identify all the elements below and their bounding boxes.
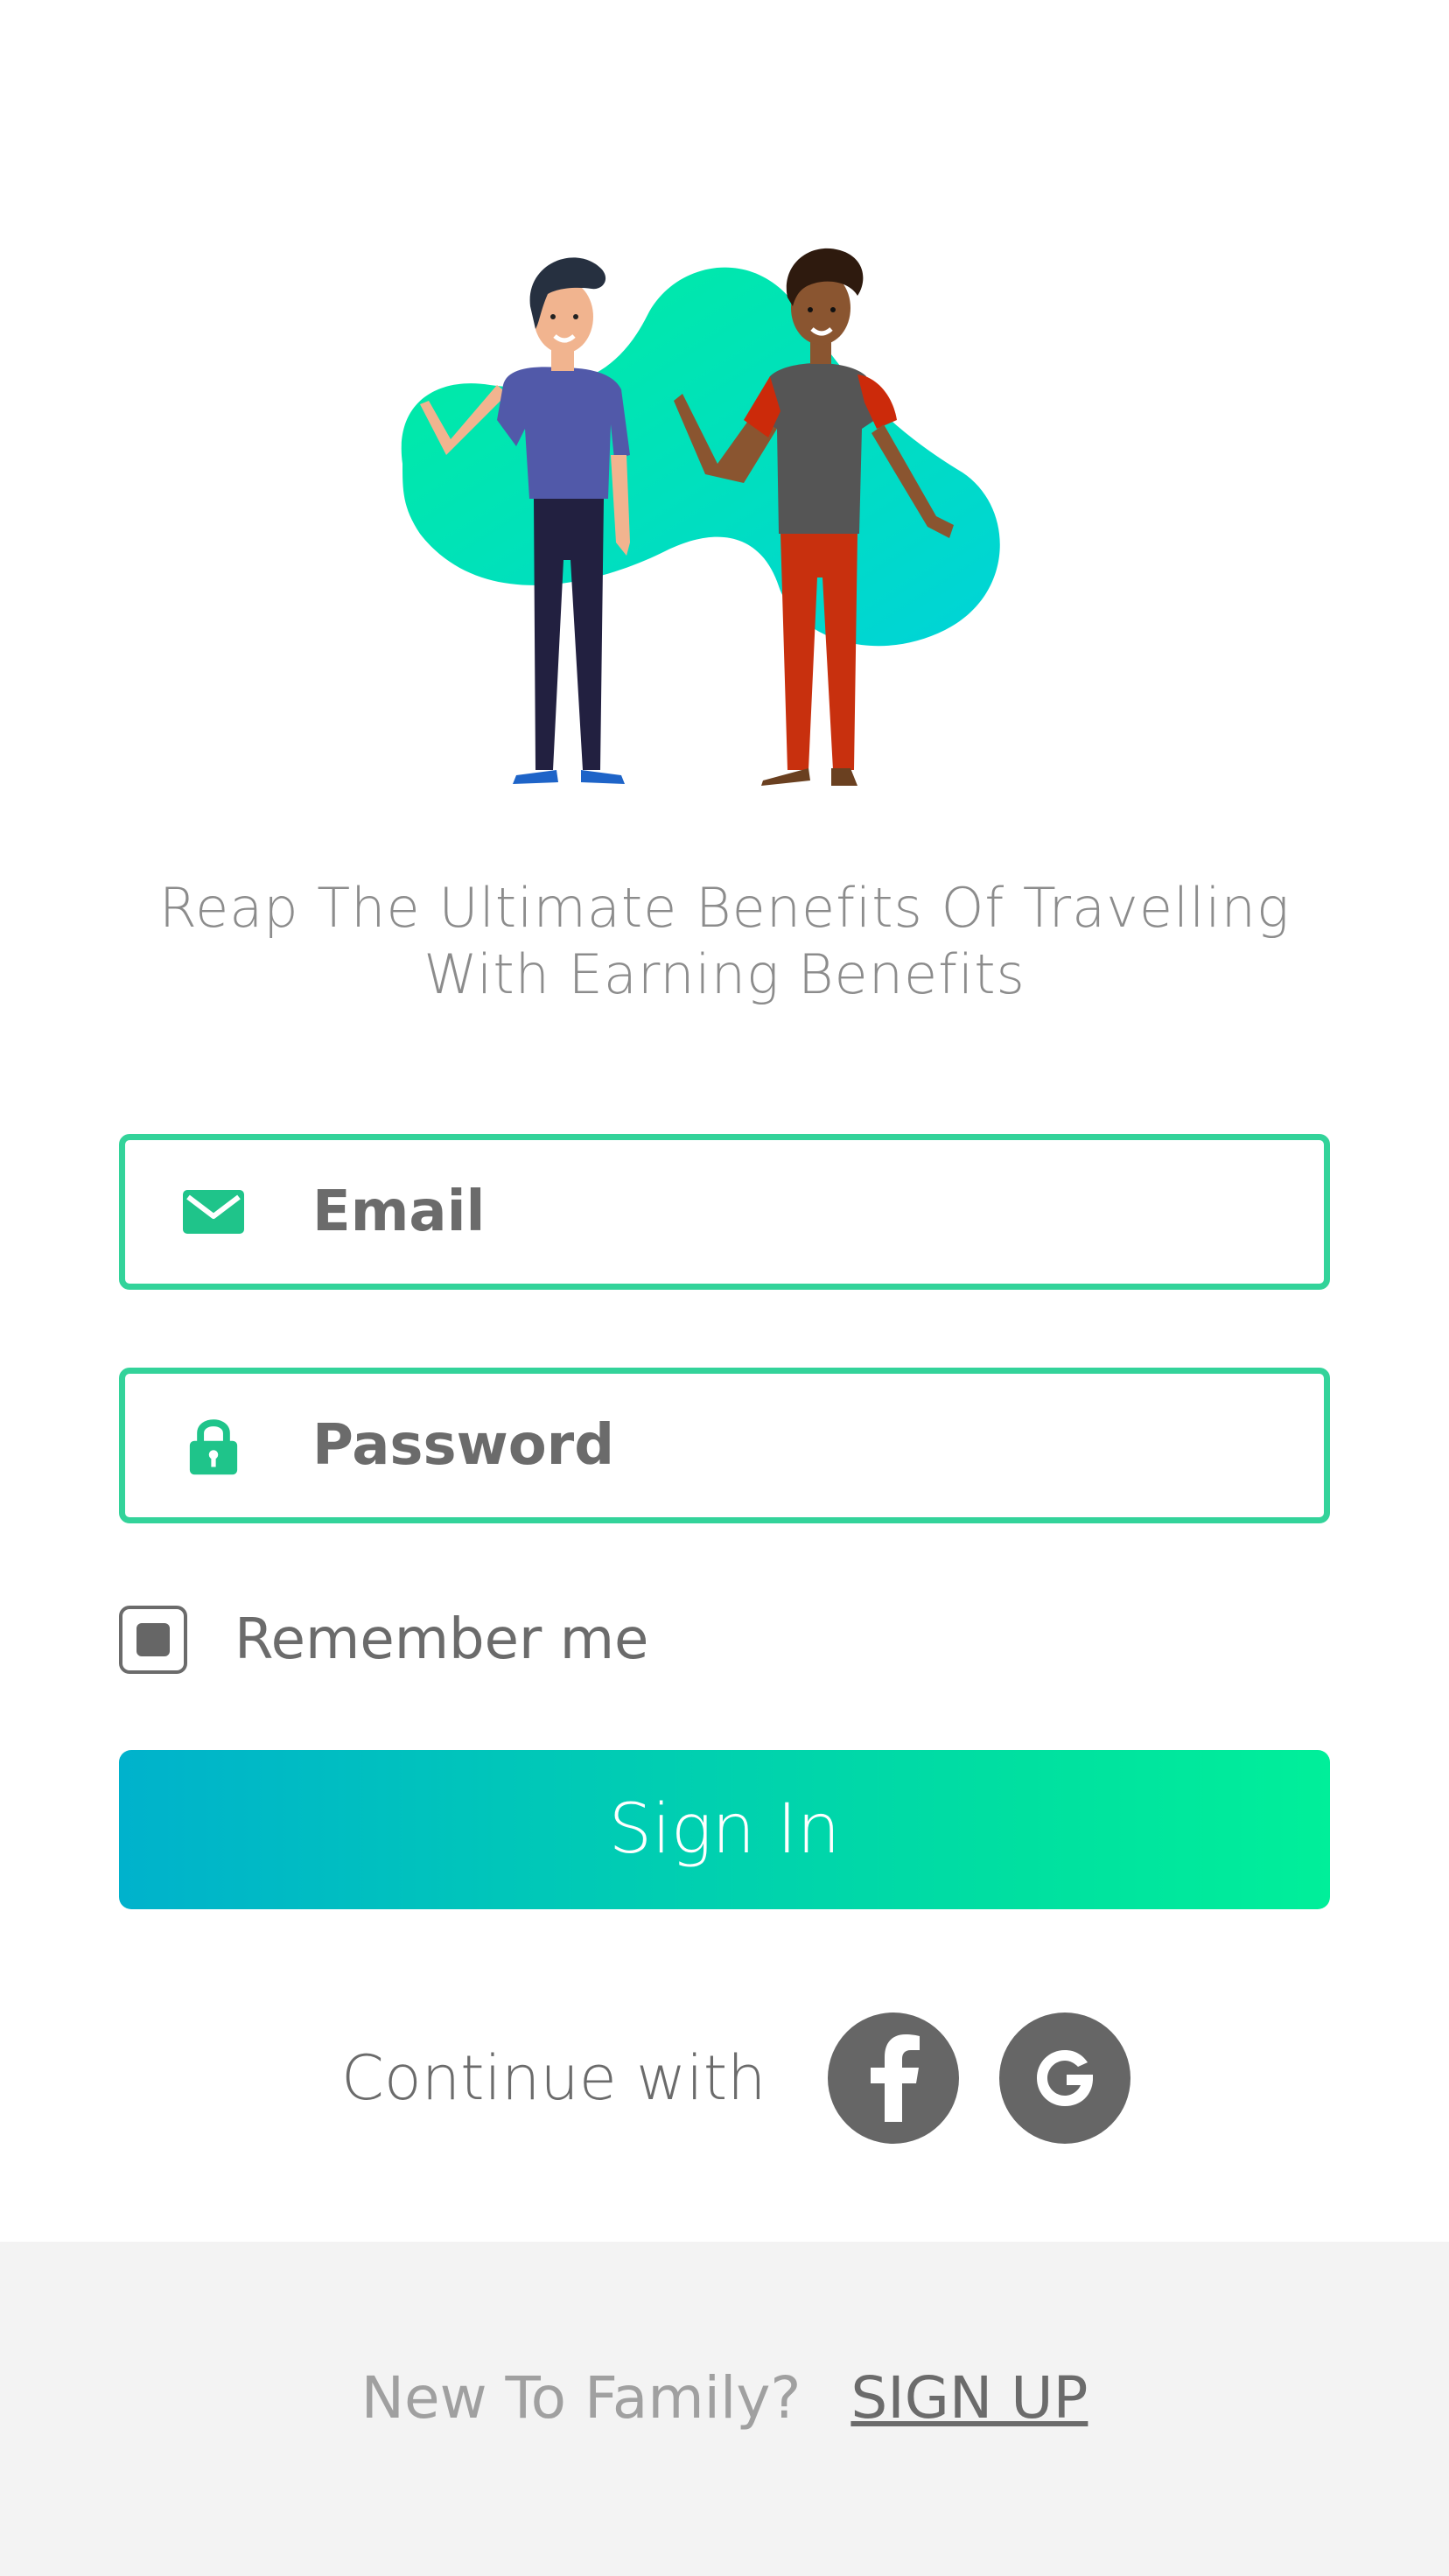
remember-me-row[interactable]: Remember me [119, 1603, 648, 1676]
tagline-line-2: With Earning Benefits [424, 942, 1026, 1006]
checkbox-check-mark [136, 1623, 170, 1656]
social-login-row: Continue with [341, 2012, 1171, 2144]
google-icon [1036, 2050, 1093, 2106]
email-field[interactable]: Email [119, 1134, 1330, 1290]
lock-icon [189, 1419, 238, 1475]
sign-up-link[interactable]: SIGN UP [850, 2364, 1088, 2432]
tagline: Reap The Ultimate Benefits Of Travelling… [88, 875, 1362, 1008]
facebook-icon [870, 2034, 920, 2122]
footer: New To Family? SIGN UP [0, 2242, 1449, 2576]
envelope-icon [183, 1190, 244, 1234]
remember-me-label: Remember me [234, 1607, 649, 1672]
signup-prompt: New To Family? SIGN UP [0, 2364, 1449, 2432]
hero-illustration [401, 248, 1000, 786]
sign-in-button[interactable]: Sign In [119, 1750, 1330, 1909]
email-placeholder: Email [312, 1180, 486, 1244]
remember-me-checkbox[interactable] [119, 1606, 187, 1674]
tagline-line-1: Reap The Ultimate Benefits Of Travelling [158, 876, 1291, 940]
password-field[interactable]: Password [119, 1368, 1330, 1523]
password-placeholder: Password [312, 1413, 615, 1478]
facebook-button[interactable] [827, 2012, 959, 2144]
new-to-family-text: New To Family? [360, 2364, 802, 2432]
google-button[interactable] [998, 2012, 1130, 2144]
continue-with-label: Continue with [341, 2042, 766, 2114]
